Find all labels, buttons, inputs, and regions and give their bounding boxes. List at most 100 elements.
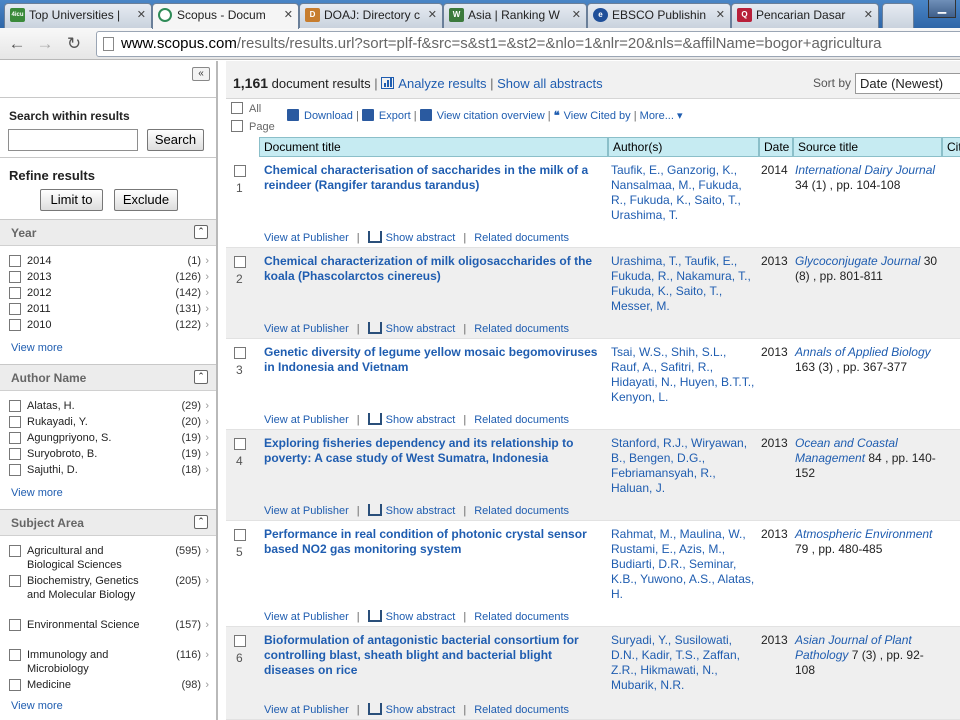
close-icon[interactable]: ✕ xyxy=(716,4,725,26)
back-arrow-icon[interactable]: ← xyxy=(6,33,28,55)
show-all-abstracts-link[interactable]: Show all abstracts xyxy=(497,76,603,91)
close-icon[interactable]: ✕ xyxy=(864,4,873,26)
source-link[interactable]: Glycoconjugate Journal xyxy=(795,254,920,268)
authors-link[interactable]: Rahmat, M., Maulina, W., Rustami, E., Az… xyxy=(611,527,756,602)
checkbox[interactable] xyxy=(9,649,21,661)
related-documents-link[interactable]: Related documents xyxy=(474,611,569,623)
show-abstract-link[interactable]: Show abstract xyxy=(386,414,456,426)
show-abstract-link[interactable]: Show abstract xyxy=(386,505,456,517)
source-link[interactable]: Atmospheric Environment xyxy=(795,527,932,541)
checkbox[interactable] xyxy=(9,575,21,587)
view-at-publisher-link[interactable]: View at Publisher xyxy=(264,414,349,426)
facet-header[interactable]: Subject Area ⌃ xyxy=(0,510,216,536)
checkbox[interactable] xyxy=(234,347,246,359)
view-more-link[interactable]: View more xyxy=(11,487,63,499)
view-at-publisher-link[interactable]: View at Publisher xyxy=(264,232,349,244)
authors-link[interactable]: Tsai, W.S., Shih, S.L., Rauf, A., Safitr… xyxy=(611,345,756,405)
browser-tab-6[interactable]: Q Pencarian Dasar ✕ xyxy=(731,3,879,28)
close-icon[interactable]: ✕ xyxy=(428,4,437,26)
checkbox[interactable] xyxy=(234,635,246,647)
checkbox[interactable] xyxy=(9,432,21,444)
search-within-input[interactable] xyxy=(8,129,138,151)
checkbox[interactable] xyxy=(9,287,21,299)
minimize-icon[interactable]: ▁ xyxy=(928,0,956,18)
checkbox[interactable] xyxy=(9,319,21,331)
checkbox[interactable] xyxy=(9,679,21,691)
document-title-link[interactable]: Bioformulation of antagonistic bacterial… xyxy=(264,633,604,678)
checkbox[interactable] xyxy=(234,165,246,177)
browser-tab-1[interactable]: 4icu Top Universities | ✕ xyxy=(4,3,152,28)
column-header-date[interactable]: Date xyxy=(759,137,793,157)
document-title-link[interactable]: Genetic diversity of legume yellow mosai… xyxy=(264,345,604,375)
authors-link[interactable]: Stanford, R.J., Wiryawan, B., Bengen, D.… xyxy=(611,436,756,496)
browser-tab-3[interactable]: D DOAJ: Directory c ✕ xyxy=(299,3,443,28)
show-abstract-link[interactable]: Show abstract xyxy=(386,232,456,244)
search-button[interactable]: Search xyxy=(147,129,204,151)
checkbox[interactable] xyxy=(9,448,21,460)
checkbox[interactable] xyxy=(9,619,21,631)
forward-arrow-icon[interactable]: → xyxy=(34,33,56,55)
related-documents-link[interactable]: Related documents xyxy=(474,232,569,244)
checkbox[interactable] xyxy=(9,255,21,267)
close-icon[interactable]: ✕ xyxy=(284,4,293,26)
abstract-toggle-icon[interactable] xyxy=(367,231,382,243)
checkbox[interactable] xyxy=(9,303,21,315)
browser-tab-2[interactable]: Scopus - Docum ✕ xyxy=(152,3,299,29)
checkbox[interactable] xyxy=(9,416,21,428)
collapse-up-icon[interactable]: ⌃ xyxy=(194,515,208,529)
collapse-up-icon[interactable]: ⌃ xyxy=(194,370,208,384)
limit-to-button[interactable]: Limit to xyxy=(40,189,103,211)
checkbox[interactable] xyxy=(234,438,246,450)
view-at-publisher-link[interactable]: View at Publisher xyxy=(264,323,349,335)
exclude-button[interactable]: Exclude xyxy=(114,189,178,211)
abstract-toggle-icon[interactable] xyxy=(367,504,382,516)
checkbox[interactable] xyxy=(234,256,246,268)
column-header-cited[interactable]: Cit xyxy=(942,137,960,157)
collapse-up-icon[interactable]: ⌃ xyxy=(194,225,208,239)
view-citation-overview-link[interactable]: View citation overview xyxy=(437,110,545,122)
checkbox[interactable] xyxy=(234,529,246,541)
export-link[interactable]: Export xyxy=(379,110,411,122)
document-title-link[interactable]: Exploring fisheries dependency and its r… xyxy=(264,436,604,466)
authors-link[interactable]: Suryadi, Y., Susilowati, D.N., Kadir, T.… xyxy=(611,633,756,693)
close-icon[interactable]: ✕ xyxy=(572,4,581,26)
more-menu[interactable]: More... xyxy=(640,110,674,122)
view-at-publisher-link[interactable]: View at Publisher xyxy=(264,704,349,716)
caret-down-icon[interactable]: ▾ xyxy=(677,110,683,122)
select-all-option[interactable]: All xyxy=(231,102,261,115)
view-at-publisher-link[interactable]: View at Publisher xyxy=(264,611,349,623)
document-title-link[interactable]: Chemical characterization of milk oligos… xyxy=(264,254,604,284)
authors-link[interactable]: Taufik, E., Ganzorig, K., Nansalmaa, M.,… xyxy=(611,163,756,223)
checkbox[interactable] xyxy=(231,120,243,132)
new-tab-button[interactable] xyxy=(882,3,914,28)
column-header-title[interactable]: Document title xyxy=(259,137,608,157)
document-title-link[interactable]: Performance in real condition of photoni… xyxy=(264,527,604,557)
show-abstract-link[interactable]: Show abstract xyxy=(386,323,456,335)
view-more-link[interactable]: View more xyxy=(11,700,63,712)
view-cited-by-link[interactable]: View Cited by xyxy=(564,110,631,122)
sort-select[interactable]: Date (Newest) xyxy=(855,73,960,94)
checkbox[interactable] xyxy=(9,545,21,557)
double-chevron-left-icon[interactable]: « xyxy=(192,67,210,81)
checkbox[interactable] xyxy=(9,271,21,283)
authors-link[interactable]: Urashima, T., Taufik, E., Fukuda, R., Na… xyxy=(611,254,756,314)
related-documents-link[interactable]: Related documents xyxy=(474,505,569,517)
abstract-toggle-icon[interactable] xyxy=(367,413,382,425)
address-bar[interactable]: www.scopus.com/results/results.url?sort=… xyxy=(96,31,960,57)
close-icon[interactable]: ✕ xyxy=(137,4,146,26)
document-title-link[interactable]: Chemical characterisation of saccharides… xyxy=(264,163,604,193)
browser-tab-4[interactable]: W Asia | Ranking W ✕ xyxy=(443,3,587,28)
column-header-source[interactable]: Source title xyxy=(793,137,942,157)
reload-icon[interactable]: ↻ xyxy=(63,33,85,55)
checkbox[interactable] xyxy=(231,102,243,114)
download-link[interactable]: Download xyxy=(304,110,353,122)
abstract-toggle-icon[interactable] xyxy=(367,322,382,334)
related-documents-link[interactable]: Related documents xyxy=(474,414,569,426)
checkbox[interactable] xyxy=(9,464,21,476)
show-abstract-link[interactable]: Show abstract xyxy=(386,611,456,623)
abstract-toggle-icon[interactable] xyxy=(367,610,382,622)
checkbox[interactable] xyxy=(9,400,21,412)
browser-tab-5[interactable]: e EBSCO Publishin ✕ xyxy=(587,3,731,28)
analyze-results-link[interactable]: Analyze results xyxy=(398,76,486,91)
show-abstract-link[interactable]: Show abstract xyxy=(386,704,456,716)
